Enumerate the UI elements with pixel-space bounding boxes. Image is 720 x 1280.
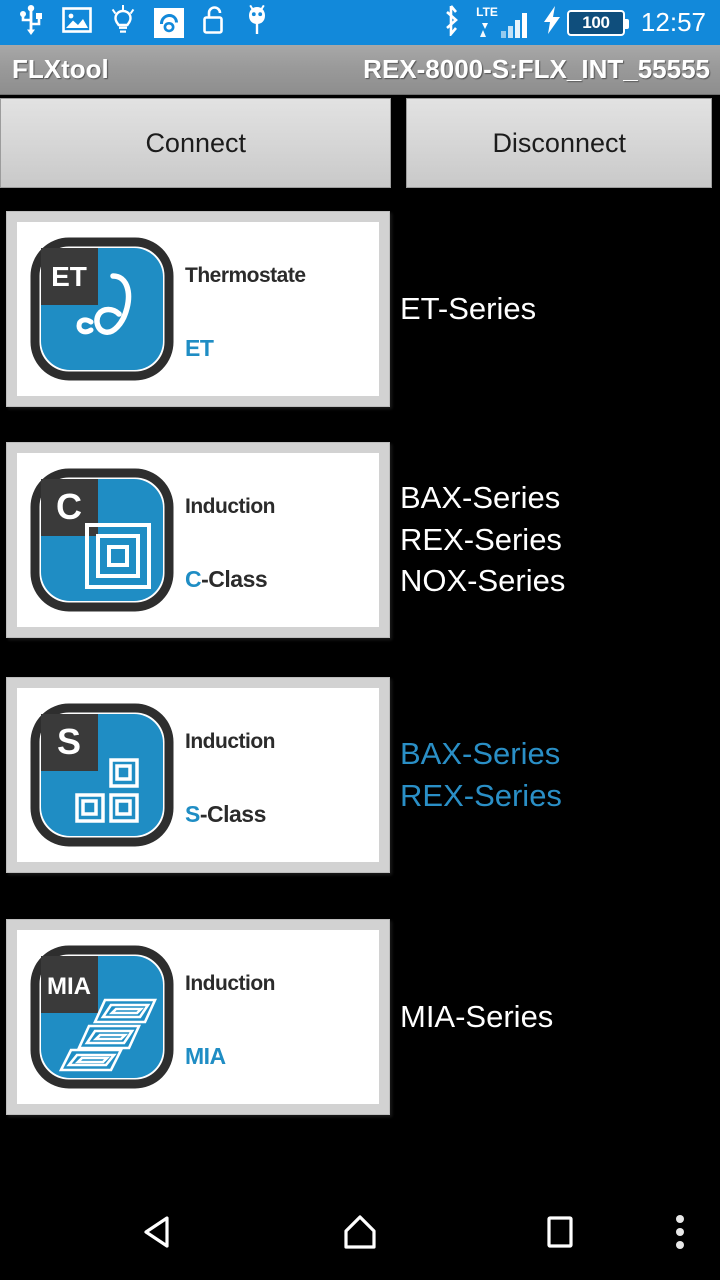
list-item[interactable]: MIA Induction MIA MIA-Series: [0, 892, 720, 1142]
series-label: BAX-Series: [400, 735, 561, 771]
series-label: BAX-Series: [400, 479, 561, 515]
device-category-label: Induction: [185, 729, 275, 753]
device-model-label: C-Class: [185, 566, 369, 593]
series-label: REX-Series: [400, 777, 562, 813]
overflow-dots-icon: [676, 1210, 684, 1254]
logo-card-text: Induction MIA: [177, 952, 369, 1082]
device-logo-card-inner: ET Thermostate ET: [17, 222, 379, 396]
series-label: MIA-Series: [400, 999, 554, 1035]
usb-icon: [18, 5, 44, 40]
battery-level-text: 100: [582, 12, 610, 32]
series-label-group: BAX-Series REX-Series NOX-Series: [390, 477, 720, 603]
flashlight-bulb-icon: [110, 5, 136, 40]
series-label: ET-Series: [400, 291, 537, 327]
device-logo-card[interactable]: S Induction S-Class: [6, 676, 390, 873]
device-model-label: S-Class: [185, 801, 369, 828]
connected-device-id: REX-8000-S:FLX_INT_55555: [363, 54, 710, 84]
android-navigation-bar: [0, 1184, 720, 1280]
device-model-label: MIA: [185, 1043, 369, 1070]
button-spacer: [391, 96, 406, 190]
unlocked-padlock-icon: [202, 5, 226, 40]
device-logo-card[interactable]: ET Thermostate ET: [6, 211, 390, 407]
back-triangle-icon: [144, 1216, 169, 1248]
logo-card-text: Induction S-Class: [177, 710, 369, 840]
device-logo-card-inner: S Induction S-Class: [17, 687, 379, 862]
connect-button[interactable]: Connect: [0, 98, 392, 188]
series-label-group: ET-Series: [390, 288, 720, 330]
app-title: FLXtool: [12, 54, 109, 84]
three-squares-icon: S: [30, 703, 174, 846]
list-item[interactable]: C Induction C-Class BAX-Series REX-Serie…: [0, 422, 720, 657]
status-bar-right-icons: LTE 100 12:57: [440, 4, 720, 41]
more-options-button[interactable]: [655, 1202, 705, 1262]
device-model-accent: MIA: [185, 1043, 226, 1069]
bluetooth-icon: [440, 4, 462, 41]
device-family-list: ET Thermostate ET ET-Series C Induction …: [0, 196, 720, 1142]
theta-temperature-icon: ET: [30, 237, 174, 381]
device-category-label: Induction: [185, 972, 275, 995]
status-bar: LTE 100 12:57: [0, 0, 720, 45]
list-item[interactable]: ET Thermostate ET ET-Series: [0, 196, 720, 422]
device-model-label: ET: [185, 335, 369, 362]
svg-text:ET: ET: [51, 261, 87, 292]
svg-text:S: S: [57, 721, 81, 762]
home-pentagon-icon: [344, 1215, 376, 1249]
network-type-label: LTE: [476, 5, 498, 19]
device-logo-card-inner: MIA Induction MIA: [17, 930, 379, 1104]
series-label-group: MIA-Series: [390, 996, 720, 1038]
list-item[interactable]: S Induction S-Class BAX-Series REX-Serie…: [0, 657, 720, 892]
series-label: REX-Series: [400, 521, 562, 557]
disconnect-button[interactable]: Disconnect: [406, 98, 713, 188]
logo-card-text: Thermostate ET: [177, 244, 369, 374]
status-bar-clock: 12:57: [640, 7, 706, 37]
logo-card-text: Induction C-Class: [177, 475, 369, 605]
device-logo-card-inner: C Induction C-Class: [17, 452, 379, 627]
title-bar: FLXtool REX-8000-S:FLX_INT_55555: [0, 45, 720, 95]
device-model-accent: S: [185, 800, 200, 827]
device-category-label: Induction: [185, 494, 275, 518]
battery-level-badge: 100: [566, 9, 629, 36]
device-logo-card[interactable]: MIA Induction MIA: [6, 919, 390, 1115]
device-model-accent: C: [185, 565, 202, 592]
recents-button[interactable]: [530, 1202, 590, 1262]
signal-bars-icon: LTE: [476, 6, 530, 39]
series-label-group: BAX-Series REX-Series: [390, 733, 720, 817]
avira-antivirus-icon: [154, 7, 184, 38]
connection-button-bar: Connect Disconnect: [0, 96, 720, 190]
screenshot-image-icon: [62, 7, 92, 38]
recents-square-icon: [547, 1216, 573, 1248]
device-model-rest: -Class: [199, 800, 267, 827]
device-category-label: Thermostate: [185, 264, 306, 287]
device-logo-card[interactable]: C Induction C-Class: [6, 441, 390, 638]
back-button[interactable]: [130, 1202, 190, 1262]
charging-bolt-icon: [543, 6, 562, 39]
induction-coils-icon: MIA: [30, 945, 174, 1089]
series-label: NOX-Series: [400, 563, 566, 599]
device-model-rest: -Class: [201, 565, 268, 592]
device-model-accent: ET: [185, 335, 214, 361]
status-bar-left-icons: [0, 4, 270, 40]
concentric-squares-icon: C: [30, 468, 174, 611]
svg-text:C: C: [56, 486, 82, 527]
svg-text:MIA: MIA: [47, 973, 91, 1000]
home-button[interactable]: [330, 1202, 390, 1262]
battery-indicator: 100: [543, 6, 629, 39]
app-screen: LTE 100 12:57 FLXtool REX-8000-S:FLX_INT…: [0, 0, 720, 1280]
android-debug-icon: [244, 4, 270, 40]
